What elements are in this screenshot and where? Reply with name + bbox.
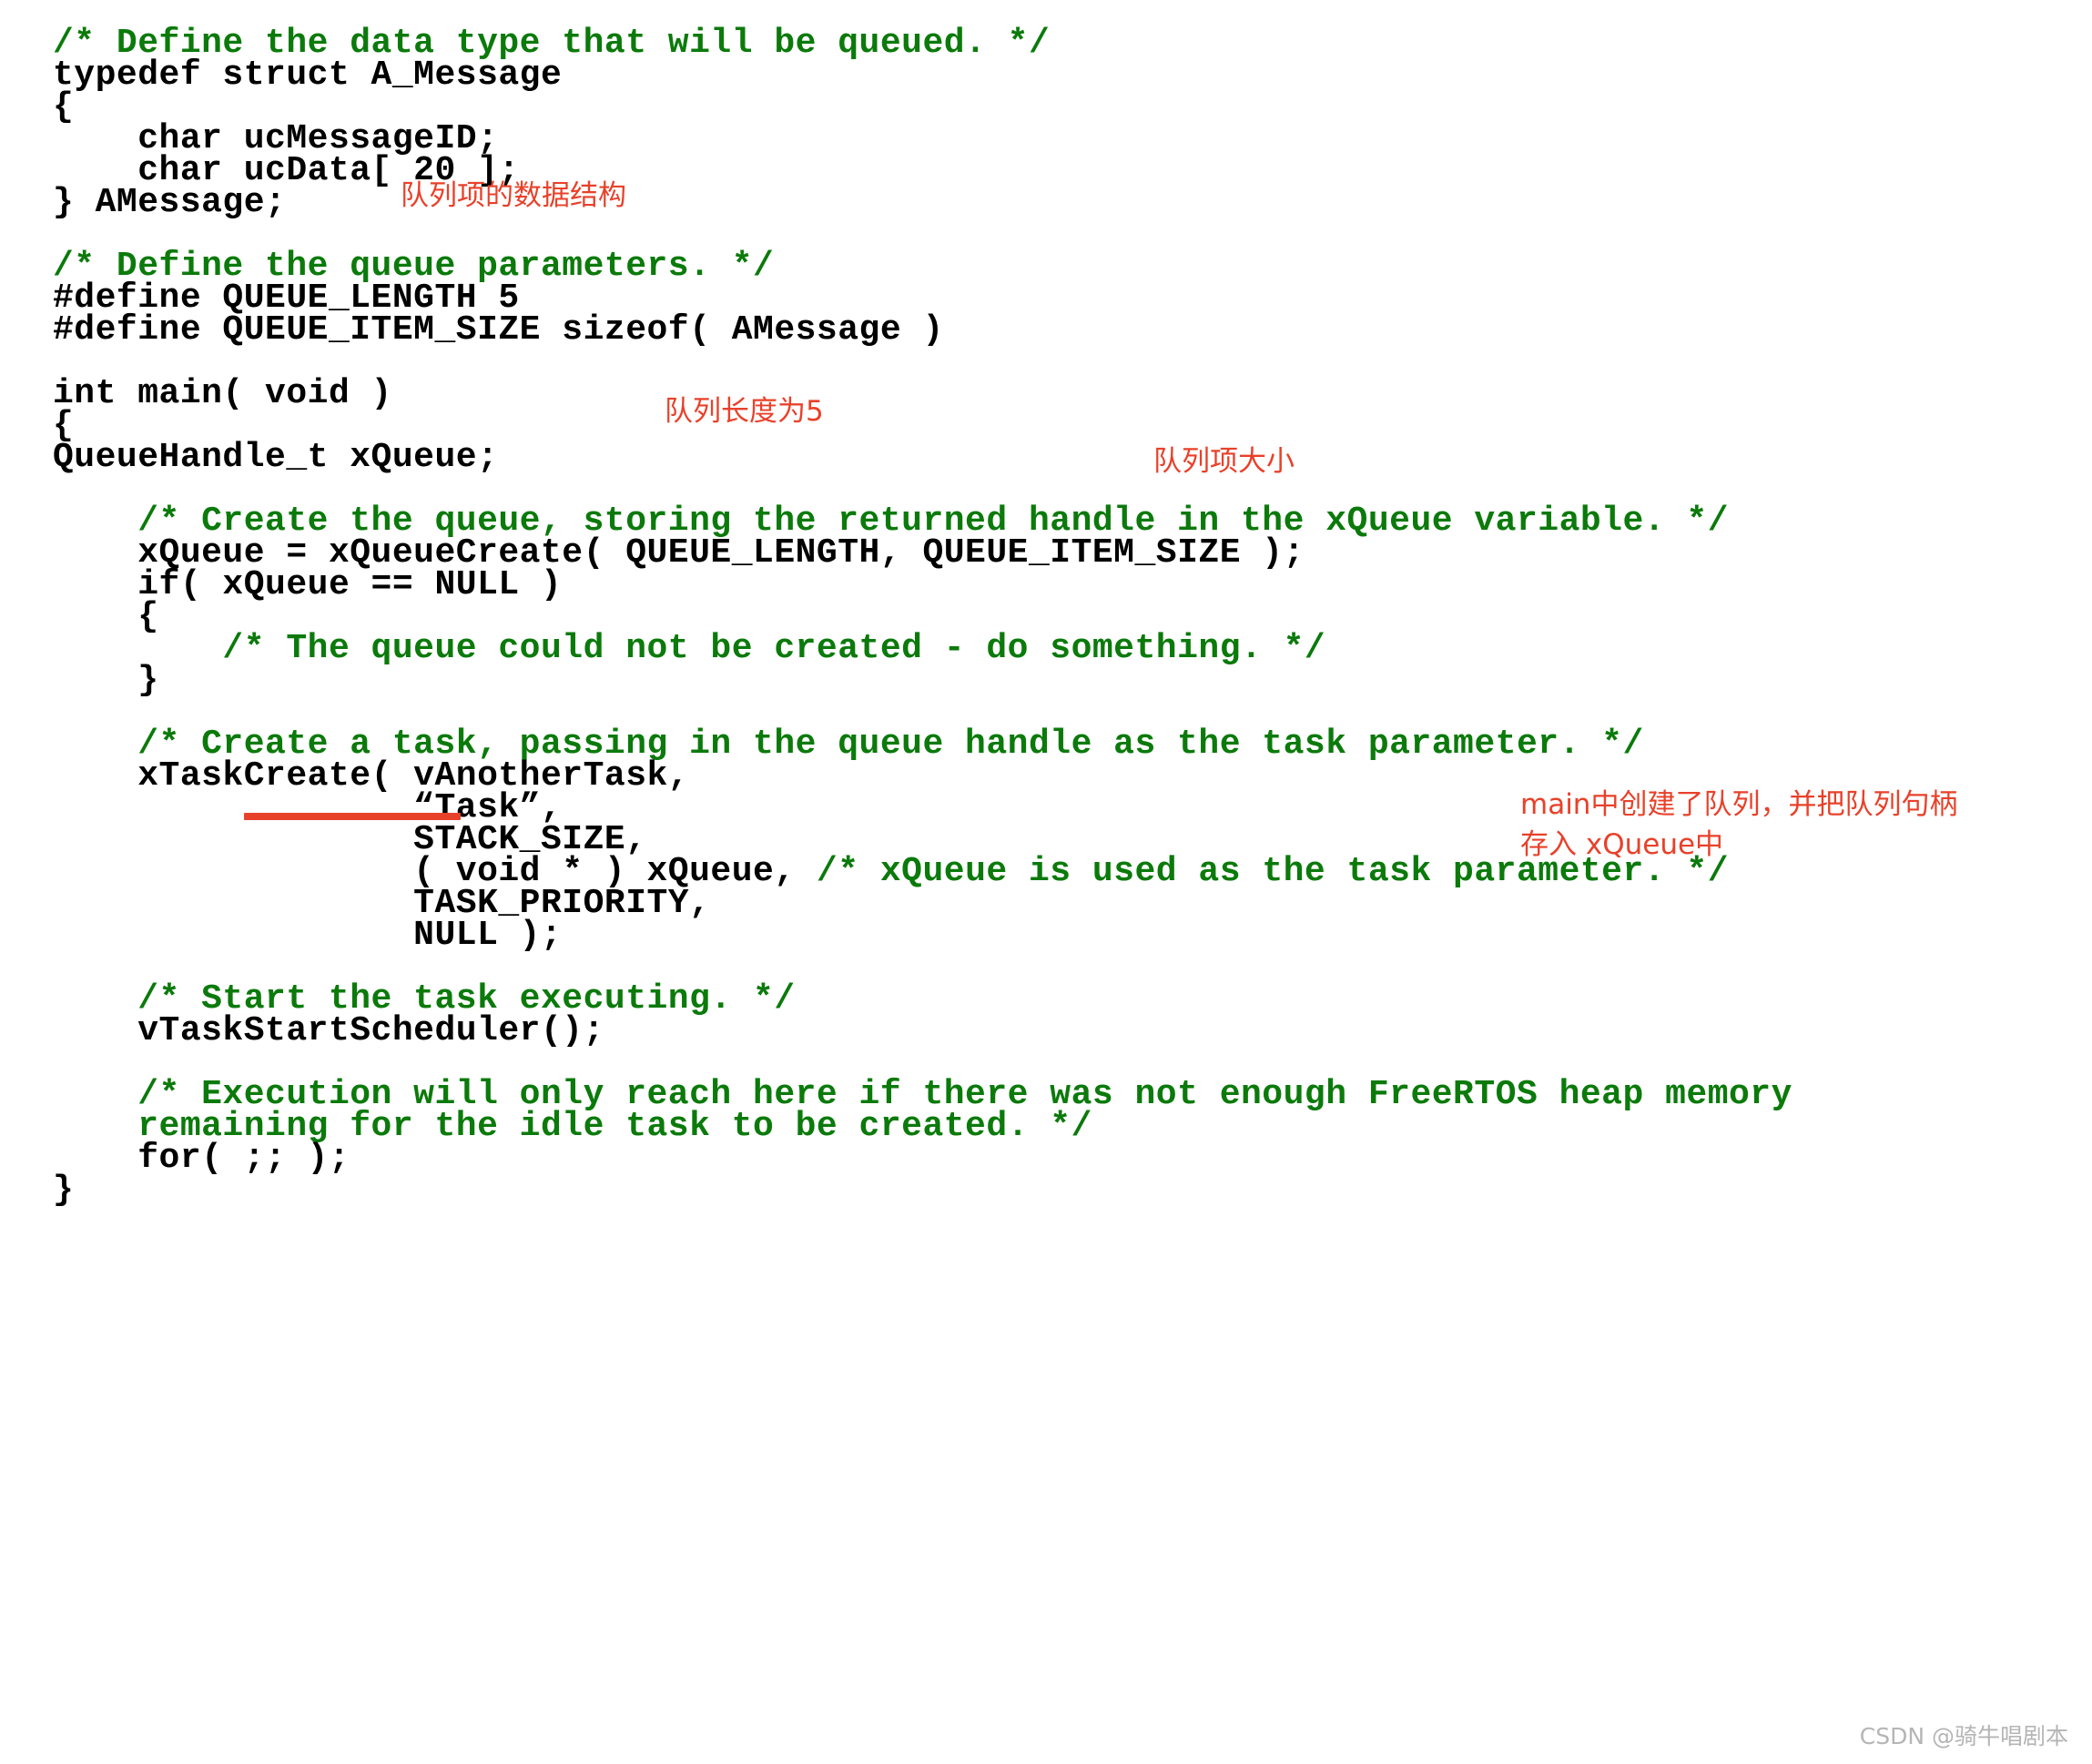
code-text: int main( void ) — [53, 374, 392, 413]
code-snippet-surface: /* Define the data type that will be que… — [0, 0, 2092, 1764]
code-text: #define QUEUE_ITEM_SIZE sizeof( AMessage… — [53, 310, 944, 350]
code-line-12: QueueHandle_t xQueue; — [53, 434, 498, 482]
annotation-xqueuecreate-note-line1: main中创建了队列，并把队列句柄 — [1520, 788, 1958, 821]
code-line-31: } — [53, 1167, 74, 1214]
code-line-2: typedef struct A_Message — [53, 52, 562, 99]
code-line-17: /* The queue could not be created - do s… — [53, 625, 1325, 673]
code-text: NULL ); — [53, 916, 563, 955]
code-line-30: for( ;; ); — [53, 1135, 350, 1182]
code-line-25: NULL ); — [53, 912, 562, 959]
code-line-10: int main( void ) — [53, 370, 392, 418]
annotation-struct-note: 队列项的数据结构 — [401, 179, 626, 212]
code-text: } AMessage; — [53, 183, 287, 222]
code-line-6: } AMessage; — [53, 179, 286, 227]
code-line-27: vTaskStartScheduler(); — [53, 1008, 604, 1055]
code-text: } — [53, 1171, 75, 1210]
code-text: typedef struct A_Message — [53, 56, 563, 95]
annotation-item-size-note: 队列项大小 — [1153, 445, 1295, 478]
csdn-watermark: CSDN @骑牛唱剧本 — [1859, 1723, 2068, 1749]
code-text: vTaskStartScheduler(); — [53, 1011, 604, 1050]
code-line-9: #define QUEUE_ITEM_SIZE sizeof( AMessage… — [53, 307, 944, 354]
xqueuecreate-underline-highlight — [244, 813, 461, 820]
annotation-queue-length-note: 队列长度为5 — [665, 395, 824, 428]
code-text: for( ;; ); — [53, 1139, 350, 1178]
code-text: } — [53, 661, 159, 700]
annotation-xqueuecreate-note-line2: 存入 xQueue中 — [1520, 828, 1724, 861]
code-line-18: } — [53, 657, 159, 705]
code-comment: /* The queue could not be created - do s… — [53, 629, 1326, 668]
code-text: QueueHandle_t xQueue; — [53, 438, 499, 477]
